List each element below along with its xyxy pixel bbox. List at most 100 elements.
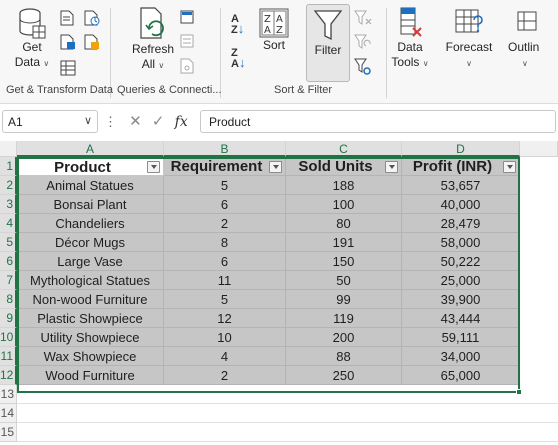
row-header-2[interactable]: 2: [0, 176, 17, 195]
enter-icon[interactable]: ✓: [152, 113, 165, 130]
empty-row[interactable]: [17, 404, 558, 423]
table-cell[interactable]: 34,000: [402, 347, 520, 366]
reapply-icon[interactable]: [354, 34, 372, 50]
properties-icon[interactable]: [180, 34, 194, 48]
table-cell[interactable]: Non-wood Furniture: [17, 290, 164, 309]
recent-sources-icon[interactable]: [84, 34, 100, 50]
table-cell[interactable]: 5: [164, 290, 286, 309]
sort-z-to-a-icon[interactable]: Z A↓: [231, 48, 245, 70]
column-header-d[interactable]: D: [402, 141, 520, 157]
get-data-button[interactable]: Get Data ∨: [10, 6, 54, 71]
filter-dropdown-icon[interactable]: [147, 161, 160, 173]
table-cell[interactable]: 250: [286, 366, 402, 385]
table-cell[interactable]: 2: [164, 214, 286, 233]
row-header-6[interactable]: 6: [0, 252, 17, 271]
table-cell[interactable]: 65,000: [402, 366, 520, 385]
table-cell[interactable]: 50: [286, 271, 402, 290]
table-header-cell[interactable]: Product: [17, 157, 164, 176]
filter-dropdown-icon[interactable]: [269, 161, 282, 173]
edit-links-icon[interactable]: [180, 58, 194, 74]
table-cell[interactable]: 58,000: [402, 233, 520, 252]
table-cell[interactable]: 43,444: [402, 309, 520, 328]
chevron-down-icon[interactable]: ∨: [84, 114, 92, 127]
table-cell[interactable]: 191: [286, 233, 402, 252]
filter-dropdown-icon[interactable]: [503, 161, 516, 173]
table-cell[interactable]: 4: [164, 347, 286, 366]
from-web-icon[interactable]: [84, 10, 100, 26]
row-header-10[interactable]: 10: [0, 328, 17, 347]
select-all-corner[interactable]: [0, 141, 17, 157]
table-cell[interactable]: 6: [164, 252, 286, 271]
table-cell[interactable]: 8: [164, 233, 286, 252]
queries-connections-icon[interactable]: [180, 10, 194, 24]
table-cell[interactable]: 12: [164, 309, 286, 328]
table-cell[interactable]: 40,000: [402, 195, 520, 214]
table-cell[interactable]: 188: [286, 176, 402, 195]
forecast-button[interactable]: Forecast ∨: [442, 6, 496, 71]
table-cell[interactable]: 10: [164, 328, 286, 347]
table-cell[interactable]: 28,479: [402, 214, 520, 233]
existing-connections-icon[interactable]: [60, 60, 76, 76]
row-header-8[interactable]: 8: [0, 290, 17, 309]
table-cell[interactable]: 119: [286, 309, 402, 328]
refresh-all-button[interactable]: Refresh All ∨: [126, 6, 180, 73]
filter-dropdown-icon[interactable]: [385, 161, 398, 173]
advanced-filter-icon[interactable]: [354, 58, 372, 76]
table-cell[interactable]: 88: [286, 347, 402, 366]
row-header-11[interactable]: 11: [0, 347, 17, 366]
row-header-4[interactable]: 4: [0, 214, 17, 233]
outline-button[interactable]: Outlin ∨: [506, 6, 558, 71]
table-cell[interactable]: 200: [286, 328, 402, 347]
fill-handle[interactable]: [516, 389, 522, 395]
table-cell[interactable]: Wax Showpiece: [17, 347, 164, 366]
row-header-1[interactable]: 1: [0, 157, 17, 176]
row-header-5[interactable]: 5: [0, 233, 17, 252]
table-cell[interactable]: 39,900: [402, 290, 520, 309]
table-cell[interactable]: 150: [286, 252, 402, 271]
table-cell[interactable]: Décor Mugs: [17, 233, 164, 252]
row-header-9[interactable]: 9: [0, 309, 17, 328]
name-box[interactable]: A1 ∨: [2, 110, 98, 133]
column-header-c[interactable]: C: [286, 141, 402, 157]
table-cell[interactable]: 11: [164, 271, 286, 290]
table-cell[interactable]: 25,000: [402, 271, 520, 290]
more-options-icon[interactable]: ⋮: [104, 114, 117, 129]
insert-function-icon[interactable]: fx: [175, 114, 188, 130]
from-table-icon[interactable]: [60, 34, 76, 50]
from-text-icon[interactable]: [60, 10, 74, 26]
data-tools-button[interactable]: Data Tools ∨: [388, 6, 432, 71]
sort-a-to-z-icon[interactable]: A Z↓: [231, 14, 244, 36]
table-cell[interactable]: Animal Statues: [17, 176, 164, 195]
column-header-b[interactable]: B: [164, 141, 286, 157]
row-header-3[interactable]: 3: [0, 195, 17, 214]
table-cell[interactable]: 50,222: [402, 252, 520, 271]
table-cell[interactable]: 2: [164, 366, 286, 385]
table-cell[interactable]: 53,657: [402, 176, 520, 195]
sort-button[interactable]: Z A A Z Sort: [256, 8, 292, 53]
formula-input[interactable]: Product: [200, 110, 556, 133]
table-cell[interactable]: Utility Showpiece: [17, 328, 164, 347]
row-header-15[interactable]: 15: [0, 423, 17, 442]
row-header-7[interactable]: 7: [0, 271, 17, 290]
table-cell[interactable]: Wood Furniture: [17, 366, 164, 385]
table-cell[interactable]: Plastic Showpiece: [17, 309, 164, 328]
empty-row[interactable]: [17, 423, 558, 442]
table-cell[interactable]: 99: [286, 290, 402, 309]
table-cell[interactable]: 59,111: [402, 328, 520, 347]
table-cell[interactable]: 80: [286, 214, 402, 233]
table-cell[interactable]: Large Vase: [17, 252, 164, 271]
table-cell[interactable]: Bonsai Plant: [17, 195, 164, 214]
table-cell[interactable]: 6: [164, 195, 286, 214]
table-cell[interactable]: Mythological Statues: [17, 271, 164, 290]
column-header-e[interactable]: [520, 141, 558, 157]
column-header-a[interactable]: A: [17, 141, 164, 157]
cancel-icon[interactable]: ✕: [129, 113, 142, 130]
table-cell[interactable]: 100: [286, 195, 402, 214]
row-header-14[interactable]: 14: [0, 404, 17, 423]
row-header-13[interactable]: 13: [0, 385, 17, 404]
clear-filter-icon[interactable]: [354, 10, 372, 26]
empty-row[interactable]: [17, 385, 558, 404]
table-header-cell[interactable]: Requirement: [164, 157, 286, 176]
filter-button[interactable]: Filter: [306, 4, 350, 82]
table-cell[interactable]: Chandeliers: [17, 214, 164, 233]
